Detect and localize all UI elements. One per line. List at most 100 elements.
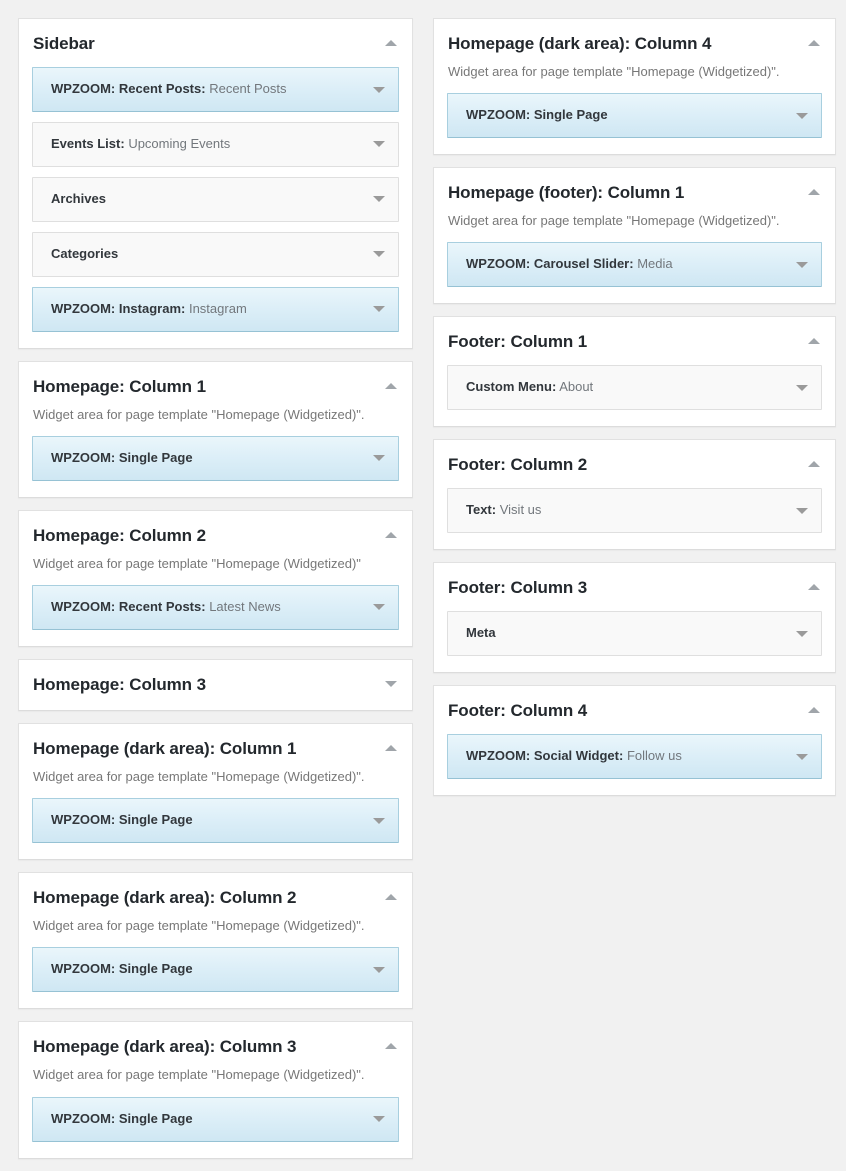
widget-area-title: Sidebar xyxy=(33,34,95,53)
widget-type-label: Archives xyxy=(51,190,106,206)
widget-expand-toggle[interactable] xyxy=(371,599,387,615)
widget-row[interactable]: Categories xyxy=(32,231,399,277)
widget-expand-toggle[interactable] xyxy=(371,191,387,207)
widget-type-label: WPZOOM: Recent Posts: xyxy=(51,81,206,97)
widget-row[interactable]: WPZOOM: Recent Posts: Latest News xyxy=(32,585,399,630)
widget-area-header[interactable]: Homepage (dark area): Column 4 Widget are… xyxy=(434,19,835,81)
widget-area-toggle[interactable] xyxy=(806,333,822,349)
widget-area-header[interactable]: Sidebar xyxy=(19,19,412,55)
widget-row[interactable]: Events List: Upcoming Events xyxy=(32,121,399,167)
widget-expand-toggle[interactable] xyxy=(371,962,387,978)
widget-row[interactable]: WPZOOM: Carousel Slider: Media xyxy=(447,242,822,288)
widget-instance-title: Upcoming Events xyxy=(128,135,231,151)
widget-area-panel-footer-column-2: Footer: Column 2 Text: Visit us xyxy=(433,439,836,551)
chevron-down-icon xyxy=(796,753,808,760)
chevron-down-icon xyxy=(373,817,385,824)
widget-type-label: WPZOOM: Single Page xyxy=(51,961,193,977)
widget-area-header[interactable]: Footer: Column 1 xyxy=(434,317,835,353)
widget-type-label: WPZOOM: Carousel Slider: xyxy=(466,256,634,272)
widget-area-toggle[interactable] xyxy=(383,676,399,692)
widget-area-header[interactable]: Homepage (footer): Column 1 Widget area f… xyxy=(434,168,835,230)
widget-list: WPZOOM: Single Page xyxy=(19,935,412,1008)
widget-expand-toggle[interactable] xyxy=(794,257,810,273)
widget-area-header[interactable]: Homepage: Column 1 Widget area for page t… xyxy=(19,362,412,424)
widget-list: Custom Menu: About xyxy=(434,353,835,426)
widget-area-toggle[interactable] xyxy=(806,184,822,200)
widget-area-header[interactable]: Homepage: Column 2 Widget area for page t… xyxy=(19,511,412,573)
widget-area-title: Homepage: Column 3 xyxy=(33,674,206,694)
widget-area-toggle[interactable] xyxy=(383,527,399,543)
widget-instance-title: About xyxy=(559,379,594,395)
widget-expand-toggle[interactable] xyxy=(371,450,387,466)
widget-area-toggle[interactable] xyxy=(806,35,822,51)
widget-areas-column-right: Homepage (dark area): Column 4 Widget are… xyxy=(433,18,836,808)
chevron-up-icon xyxy=(808,40,820,46)
widget-row[interactable]: WPZOOM: Single Page xyxy=(32,435,399,481)
widget-expand-toggle[interactable] xyxy=(794,503,810,519)
widget-area-panel-footer-column-4: Footer: Column 4 WPZOOM: Social Widget: F… xyxy=(433,685,836,797)
widget-row[interactable]: WPZOOM: Recent Posts: Recent Posts xyxy=(32,67,399,112)
widget-expand-toggle[interactable] xyxy=(371,246,387,262)
widget-row[interactable]: WPZOOM: Instagram: Instagram xyxy=(32,286,399,332)
widget-area-panel-homepage-dark-area-column-1: Homepage (dark area): Column 1 Widget are… xyxy=(18,722,413,861)
widget-area-toggle[interactable] xyxy=(806,456,822,472)
widget-expand-toggle[interactable] xyxy=(371,1111,387,1127)
widget-area-header[interactable]: Homepage (dark area): Column 1 Widget are… xyxy=(19,724,412,786)
widget-area-header[interactable]: Footer: Column 2 xyxy=(434,440,835,476)
widget-list: WPZOOM: Single Page xyxy=(434,81,835,154)
widget-expand-toggle[interactable] xyxy=(371,136,387,152)
chevron-down-icon xyxy=(373,966,385,973)
widget-row[interactable]: WPZOOM: Single Page xyxy=(32,1096,399,1142)
widget-type-label: WPZOOM: Social Widget: xyxy=(466,748,624,764)
widget-expand-toggle[interactable] xyxy=(371,301,387,317)
widget-area-description: Widget area for page template "Homepage … xyxy=(33,1067,365,1083)
widget-type-label: Meta xyxy=(466,625,496,641)
widget-area-toggle[interactable] xyxy=(383,1038,399,1054)
widget-area-header[interactable]: Footer: Column 4 xyxy=(434,686,835,722)
chevron-up-icon xyxy=(808,338,820,345)
widget-type-label: WPZOOM: Single Page xyxy=(51,1110,193,1126)
widget-row[interactable]: Archives xyxy=(32,176,399,222)
chevron-up-icon xyxy=(385,531,397,538)
widget-area-toggle[interactable] xyxy=(806,579,822,595)
widget-row[interactable]: WPZOOM: Social Widget: Follow us xyxy=(447,734,822,780)
widget-row[interactable]: Text: Visit us xyxy=(447,488,822,534)
widget-area-panel-homepage-column-3: Homepage: Column 3 xyxy=(18,658,413,711)
chevron-up-icon xyxy=(808,707,820,714)
widget-area-description: Widget area for page template "Homepage … xyxy=(33,918,365,934)
widget-area-title: Homepage (dark area): Column 1 xyxy=(33,738,297,758)
widget-type-label: Events List: xyxy=(51,135,125,151)
widget-row[interactable]: WPZOOM: Single Page xyxy=(32,947,399,993)
widget-row[interactable]: WPZOOM: Single Page xyxy=(447,93,822,139)
widget-area-header[interactable]: Homepage: Column 3 xyxy=(19,660,412,710)
widget-area-toggle[interactable] xyxy=(383,378,399,394)
widget-area-header[interactable]: Footer: Column 3 xyxy=(434,563,835,599)
widget-expand-toggle[interactable] xyxy=(371,813,387,829)
widget-area-toggle[interactable] xyxy=(383,889,399,905)
widget-area-toggle[interactable] xyxy=(806,702,822,718)
widget-area-description: Widget area for page template "Homepage … xyxy=(448,64,780,80)
chevron-up-icon xyxy=(385,894,397,901)
widget-row[interactable]: Meta xyxy=(447,611,822,657)
chevron-down-icon xyxy=(385,680,397,687)
widget-row[interactable]: Custom Menu: About xyxy=(447,365,822,411)
widget-row[interactable]: WPZOOM: Single Page xyxy=(32,798,399,844)
widget-type-label: WPZOOM: Recent Posts: xyxy=(51,599,206,614)
widget-expand-toggle[interactable] xyxy=(794,380,810,396)
chevron-down-icon xyxy=(796,630,808,637)
widget-area-toggle[interactable] xyxy=(383,740,399,756)
widget-expand-toggle[interactable] xyxy=(794,749,810,765)
widget-type-label: Text: xyxy=(466,502,497,518)
widget-area-title: Homepage: Column 2 xyxy=(33,525,206,545)
widget-expand-toggle[interactable] xyxy=(794,108,810,124)
widget-instance-title: Media xyxy=(637,256,673,272)
widget-area-toggle[interactable] xyxy=(383,35,399,51)
widget-area-header[interactable]: Homepage (dark area): Column 2 Widget are… xyxy=(19,873,412,935)
chevron-up-icon xyxy=(385,40,397,46)
widget-area-header[interactable]: Homepage (dark area): Column 3 Widget are… xyxy=(19,1022,412,1084)
widget-expand-toggle[interactable] xyxy=(371,82,387,98)
widget-expand-toggle[interactable] xyxy=(794,626,810,642)
widget-list: Meta xyxy=(434,599,835,672)
chevron-up-icon xyxy=(808,189,820,196)
widget-area-panel-footer-column-1: Footer: Column 1 Custom Menu: About xyxy=(433,316,836,428)
